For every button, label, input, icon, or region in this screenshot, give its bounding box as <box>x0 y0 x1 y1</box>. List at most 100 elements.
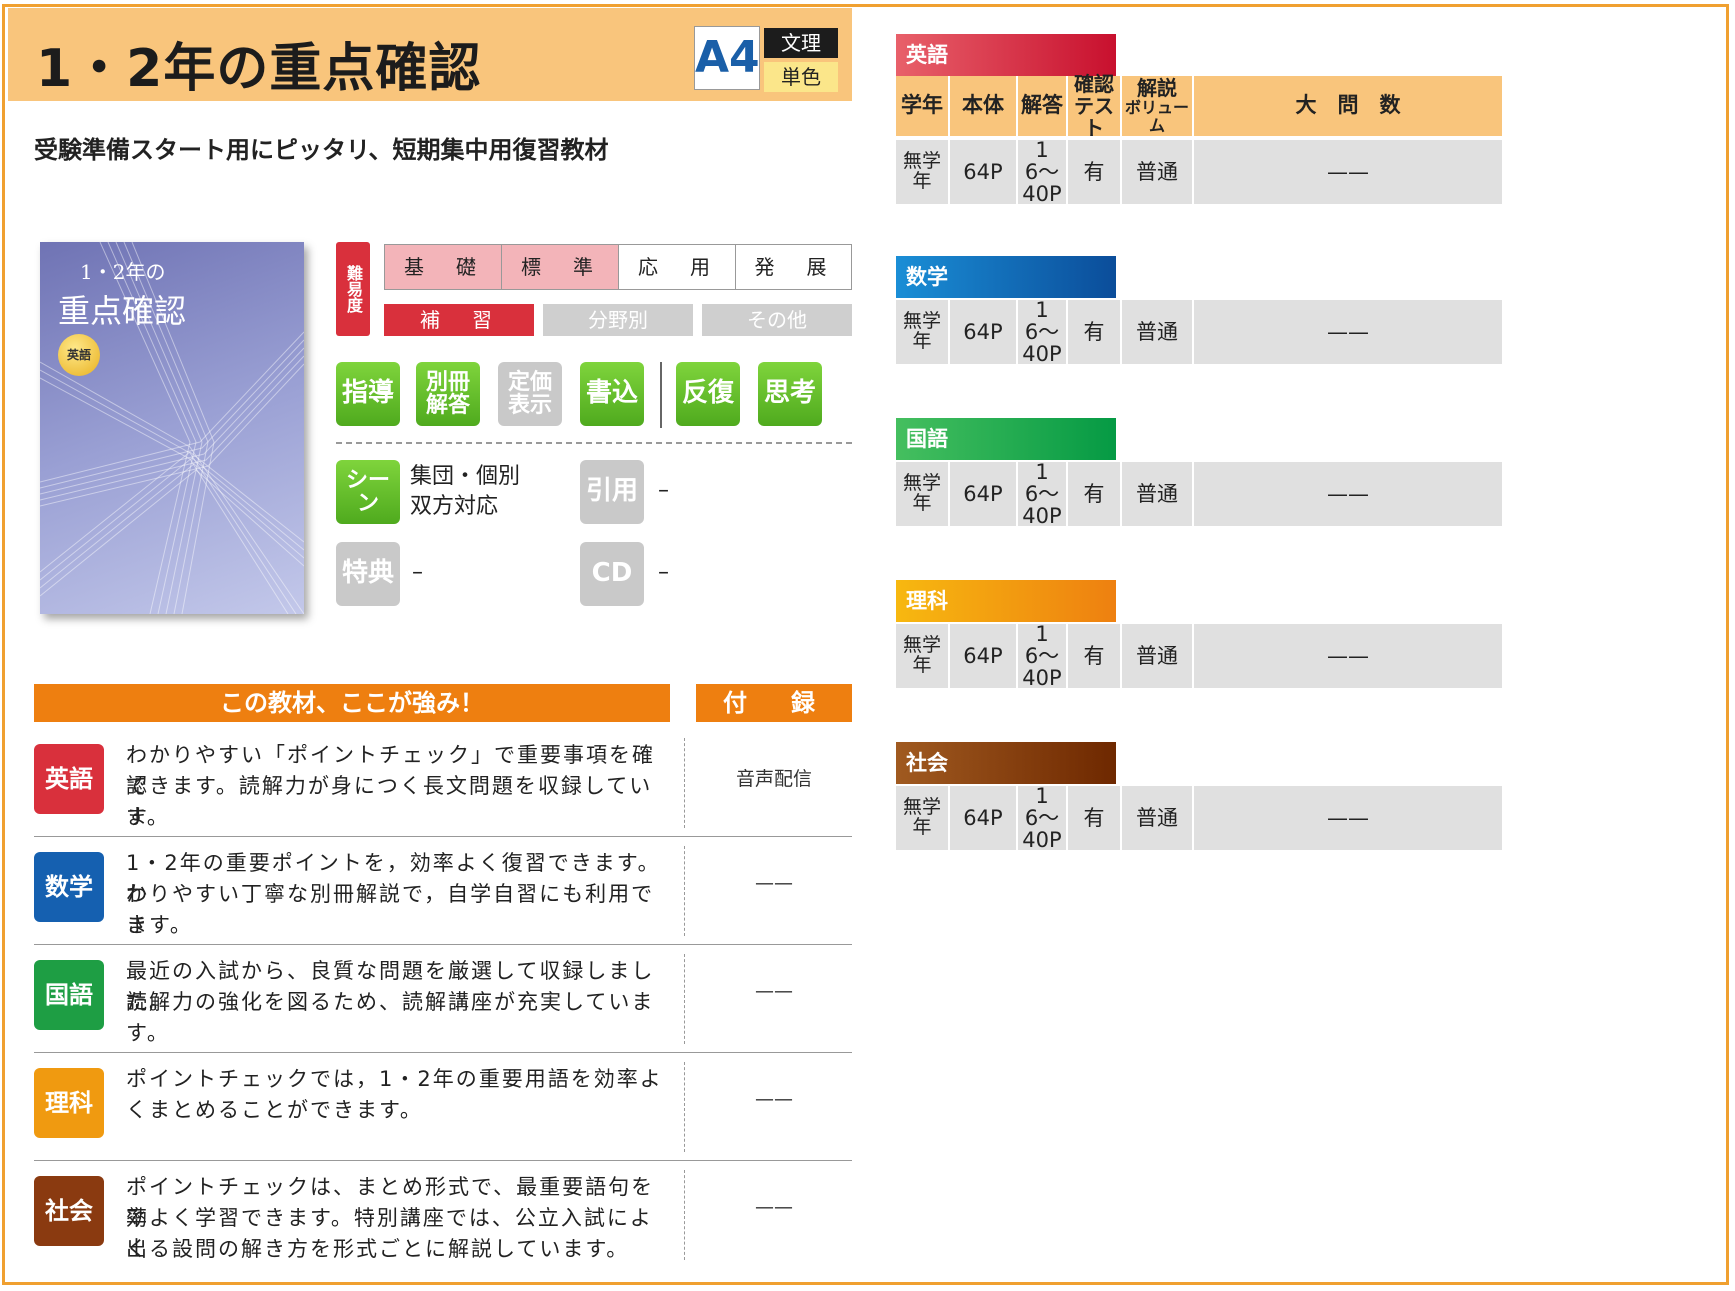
table-cell: 16〜40P <box>1018 783 1068 853</box>
table-cell: —— <box>1194 140 1504 204</box>
table-cell: 無学年 <box>896 786 950 850</box>
table-cell-value: 有 <box>1083 319 1105 344</box>
strength-row-separator <box>34 1052 852 1053</box>
page-title: 1・2年の重点確認 <box>36 39 482 99</box>
category-hoshu: 補 習 <box>384 304 534 336</box>
table-cell: 64P <box>950 300 1018 364</box>
table-cell: 64P <box>950 462 1018 526</box>
table-cell: 16〜40P <box>1018 621 1068 691</box>
cover-subject-badge: 英語 <box>58 334 100 376</box>
scene-text-1: 集団・個別 <box>410 464 521 489</box>
table-cell-value: —— <box>1327 805 1369 830</box>
table-cell-value: —— <box>1327 643 1369 668</box>
strength-text-line: す。 <box>126 805 170 829</box>
table-cell: 有 <box>1068 624 1122 688</box>
level-advanced: 発 展 <box>735 244 852 290</box>
table-cell-value: 有 <box>1083 159 1105 184</box>
table-cell-value: 64P <box>963 481 1003 506</box>
table-cell-value: 64P <box>963 643 1003 668</box>
strengths-heading: この教材、ここが強み！ <box>34 684 670 722</box>
table-subject-tab: 数学 <box>896 256 1116 298</box>
table-cell: 普通 <box>1122 462 1194 526</box>
strength-text-line: 出る設問の解き方を形式ごとに解説しています。 <box>126 1237 630 1261</box>
strength-row-divider <box>684 846 685 936</box>
badge-teika-label: 定価表示 <box>507 369 552 418</box>
table-header-label: 大 問 数 <box>1296 94 1401 117</box>
table-subject-tab: 英語 <box>896 34 1116 76</box>
badge-bessatsu: 別冊解答 <box>416 362 480 426</box>
strength-row-separator <box>34 944 852 945</box>
size-badge: A4 <box>694 26 760 90</box>
category-other: その他 <box>702 304 852 336</box>
table-cell: 無学年 <box>896 624 950 688</box>
strength-row-divider <box>684 954 685 1044</box>
table-subject-tab: 国語 <box>896 418 1116 460</box>
badge-shido: 指導 <box>336 362 400 426</box>
table-header-label-line: 本体 <box>962 93 1004 118</box>
table-header-cell: 学年 <box>896 76 950 136</box>
strength-subject-badge: 理科 <box>34 1068 104 1138</box>
table-cell: 有 <box>1068 140 1122 204</box>
table-cell-value: 64P <box>963 319 1003 344</box>
table-cell-value: 有 <box>1083 805 1105 830</box>
strength-row-separator <box>34 836 852 837</box>
strength-subject-badge: 数学 <box>34 852 104 922</box>
strength-row-separator <box>34 1160 852 1161</box>
cover-title-line2: 重点確認 <box>58 292 187 330</box>
badge-cd: CD <box>580 542 644 606</box>
strength-row-divider <box>684 738 685 828</box>
badge-hanpuku: 反復 <box>676 362 740 426</box>
table-cell-value: 普通 <box>1136 159 1178 184</box>
table-cell: 64P <box>950 624 1018 688</box>
table-cell: 16〜40P <box>1018 459 1068 529</box>
level-applied: 応 用 <box>618 244 736 290</box>
table-cell-value: —— <box>1327 481 1369 506</box>
table-header-cell: 解説 ボリューム <box>1122 76 1194 136</box>
level-standard: 標 準 <box>501 244 619 290</box>
scene-text-2: 双方対応 <box>410 494 499 519</box>
strength-text-line: 読解力の強化を図るため、読解講座が充実しています。 <box>126 990 655 1045</box>
strength-row-divider <box>684 1170 685 1260</box>
furoku-value: —— <box>755 1196 793 1218</box>
table-cell: 16〜40P <box>1018 139 1068 205</box>
table-cell-value: 普通 <box>1136 805 1178 830</box>
table-cell-value: 無学年 <box>902 796 941 838</box>
furoku-value: —— <box>755 1088 793 1110</box>
table-header-label: 確認 テスト <box>1068 73 1120 139</box>
table-header-label-line: 大 問 数 <box>1295 93 1401 118</box>
inyo-value: – <box>658 478 669 503</box>
table-cell: 普通 <box>1122 624 1194 688</box>
table-header-label: 解説 ボリューム <box>1122 77 1192 134</box>
table-cell-value: 16〜40P <box>1022 621 1062 691</box>
subtitle: 受験準備スタート用にピッタリ、短期集中用復習教材 <box>34 136 609 164</box>
table-header-label-line: 確認 <box>1074 72 1114 96</box>
table-subject-tab: 理科 <box>896 580 1116 622</box>
table-cell: 無学年 <box>896 300 950 364</box>
badge-tokuten: 特典 <box>336 542 400 606</box>
table-cell-value: 16〜40P <box>1022 783 1062 853</box>
dashed-divider <box>336 442 852 444</box>
table-header-cell: 本体 <box>950 76 1018 136</box>
table-header-label: 本体 <box>962 94 1004 117</box>
furoku-heading: 付 録 <box>696 684 852 722</box>
furoku-value: —— <box>755 980 793 1002</box>
table-cell: 無学年 <box>896 462 950 526</box>
table-cell-value: 64P <box>963 159 1003 184</box>
table-cell-value: 有 <box>1083 481 1105 506</box>
table-header-label-line: テスト <box>1074 94 1114 140</box>
table-cell: 有 <box>1068 462 1122 526</box>
badge-scene: シーン <box>336 460 400 524</box>
table-cell-value: 16〜40P <box>1022 459 1062 529</box>
furoku-value: 音声配信 <box>735 768 812 790</box>
table-cell: 64P <box>950 786 1018 850</box>
table-cell: 64P <box>950 140 1018 204</box>
badge-inyo: 引用 <box>580 460 644 524</box>
badge-divider <box>660 362 662 428</box>
table-cell-value: 有 <box>1083 643 1105 668</box>
table-cell-value: —— <box>1327 159 1369 184</box>
table-subject-tab: 社会 <box>896 742 1116 784</box>
table-cell-value: 無学年 <box>902 150 941 192</box>
table-cell-value: 64P <box>963 805 1003 830</box>
badge-shiko: 思考 <box>758 362 822 426</box>
table-header-label-line: 解説 <box>1137 76 1177 101</box>
